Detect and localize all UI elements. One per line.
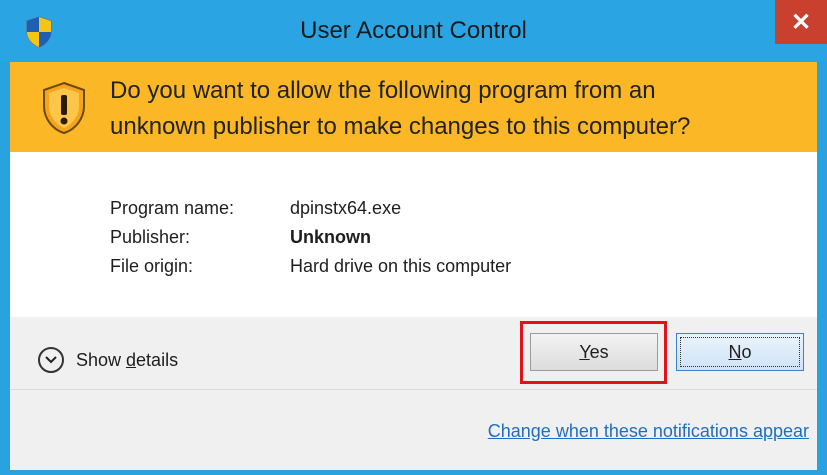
window-title: User Account Control bbox=[300, 17, 527, 44]
yes-button[interactable]: Yes bbox=[530, 333, 658, 371]
publisher-label: Publisher: bbox=[110, 227, 191, 247]
separator bbox=[10, 389, 817, 390]
dialog-body: Do you want to allow the following progr… bbox=[10, 62, 817, 470]
program-info: Program name: dpinstx64.exe Publisher: U… bbox=[10, 152, 817, 317]
program-name-value: dpinstx64.exe bbox=[290, 198, 402, 218]
banner-question-line-2: unknown publisher to make changes to thi… bbox=[110, 113, 691, 140]
warning-banner: Do you want to allow the following progr… bbox=[10, 62, 817, 152]
close-button[interactable]: ✕ bbox=[775, 0, 827, 44]
show-details-label: Show details bbox=[76, 349, 179, 370]
chevron-down-icon bbox=[38, 347, 64, 373]
warning-shield-icon bbox=[43, 81, 85, 135]
file-origin-value: Hard drive on this computer bbox=[290, 256, 512, 276]
publisher-value: Unknown bbox=[290, 227, 371, 247]
show-details-toggle[interactable]: Show details bbox=[38, 344, 178, 376]
notification-settings-link[interactable]: Change when these notifications appear bbox=[488, 421, 809, 442]
banner-question-line-1: Do you want to allow the following progr… bbox=[110, 77, 656, 104]
close-icon: ✕ bbox=[790, 8, 812, 36]
no-button[interactable]: No bbox=[676, 333, 804, 371]
file-origin-label: File origin: bbox=[110, 256, 194, 276]
yes-button-label: Yes bbox=[579, 341, 609, 362]
title-bar: User Account Control ✕ bbox=[0, 0, 827, 62]
program-name-label: Program name: bbox=[110, 198, 235, 218]
controls-area: Show details Yes No Change when these no… bbox=[10, 317, 817, 470]
no-button-label: No bbox=[728, 341, 752, 362]
